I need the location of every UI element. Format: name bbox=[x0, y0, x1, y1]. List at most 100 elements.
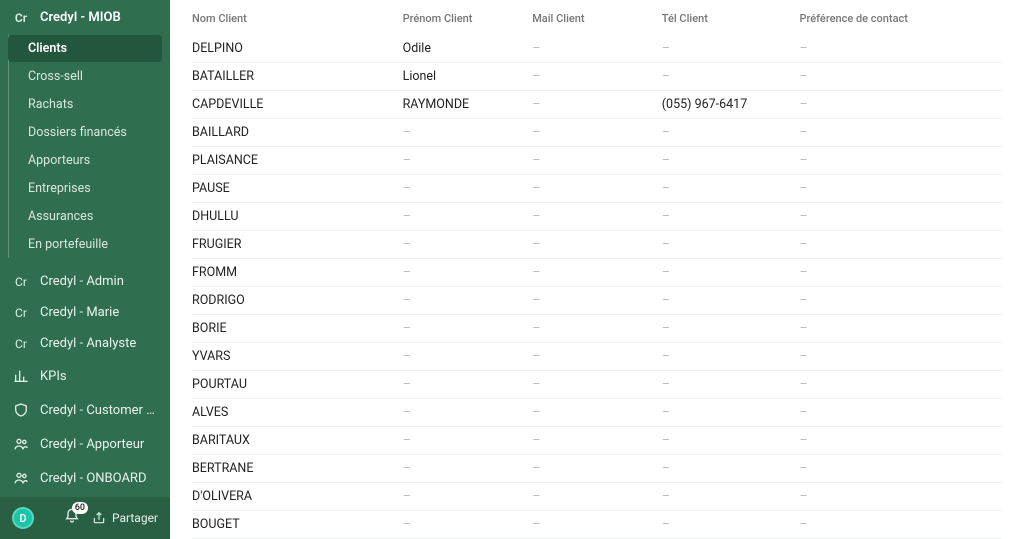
table-row[interactable]: ALVES–––– bbox=[192, 399, 1002, 427]
workspace-abbr: Cr bbox=[12, 11, 30, 25]
sidebar-link[interactable]: Cr Credyl - Analyste bbox=[0, 328, 170, 359]
cell-tel: – bbox=[662, 399, 800, 427]
sidebar-scroll: Cr Credyl - MIOB ClientsCross-sellRachat… bbox=[0, 0, 170, 497]
col-mail[interactable]: Mail Client bbox=[532, 0, 662, 35]
cell-prenom: Lionel bbox=[403, 63, 533, 91]
cell-pref: – bbox=[799, 483, 1002, 511]
cell-mail: – bbox=[532, 91, 662, 119]
cell-mail: – bbox=[532, 287, 662, 315]
cell-nom: BAILLARD bbox=[192, 119, 403, 147]
table-row[interactable]: BORIE–––– bbox=[192, 315, 1002, 343]
cell-tel: – bbox=[662, 175, 800, 203]
cell-tel: – bbox=[662, 371, 800, 399]
table-row[interactable]: BAILLARD–––– bbox=[192, 119, 1002, 147]
table-row[interactable]: BERTRANE–––– bbox=[192, 455, 1002, 483]
cell-nom: BERTRANE bbox=[192, 455, 403, 483]
col-tel[interactable]: Tél Client bbox=[662, 0, 800, 35]
cell-prenom: – bbox=[403, 259, 533, 287]
sidebar-subitem[interactable]: En portefeuille bbox=[8, 231, 162, 258]
cell-mail: – bbox=[532, 399, 662, 427]
share-icon bbox=[92, 511, 106, 525]
workspace-abbr-icon: Cr bbox=[12, 306, 30, 320]
table-row[interactable]: BOUGET–––– bbox=[192, 511, 1002, 539]
sidebar-subitem[interactable]: Dossiers financés bbox=[8, 119, 162, 146]
table-row[interactable]: RODRIGO–––– bbox=[192, 287, 1002, 315]
users-icon bbox=[12, 435, 30, 453]
notification-badge: 60 bbox=[72, 502, 88, 514]
table-row[interactable]: BATAILLERLionel––– bbox=[192, 63, 1002, 91]
avatar[interactable]: D bbox=[12, 507, 34, 529]
share-label: Partager bbox=[112, 511, 158, 525]
cell-tel: – bbox=[662, 203, 800, 231]
sidebar-subitem[interactable]: Entreprises bbox=[8, 175, 162, 202]
notifications-button[interactable]: 60 bbox=[64, 508, 80, 528]
table-row[interactable]: YVARS–––– bbox=[192, 343, 1002, 371]
cell-mail: – bbox=[532, 343, 662, 371]
cell-tel: – bbox=[662, 483, 800, 511]
sidebar-link[interactable]: Credyl - ONBOARD bbox=[0, 461, 170, 495]
cell-tel: – bbox=[662, 259, 800, 287]
table-row[interactable]: BARITAUX–––– bbox=[192, 427, 1002, 455]
workspace-header[interactable]: Cr Credyl - MIOB bbox=[0, 0, 170, 31]
sidebar-link[interactable]: Credyl - Customer S… bbox=[0, 393, 170, 427]
cell-prenom: – bbox=[403, 147, 533, 175]
cell-mail: – bbox=[532, 175, 662, 203]
sidebar-link[interactable]: Credyl - Apporteur bbox=[0, 427, 170, 461]
table-row[interactable]: FRUGIER–––– bbox=[192, 231, 1002, 259]
sidebar-link[interactable]: CrCredyl - Marie bbox=[0, 297, 170, 328]
share-button[interactable]: Partager bbox=[92, 511, 158, 525]
cell-nom: PLAISANCE bbox=[192, 147, 403, 175]
sidebar-link[interactable]: Cr Credyl - Admin bbox=[0, 266, 170, 297]
cell-pref: – bbox=[799, 371, 1002, 399]
cell-mail: – bbox=[532, 371, 662, 399]
table-row[interactable]: DHULLU–––– bbox=[192, 203, 1002, 231]
cell-nom: YVARS bbox=[192, 343, 403, 371]
app-root: Cr Credyl - MIOB ClientsCross-sellRachat… bbox=[0, 0, 1024, 539]
sidebar-subitem[interactable]: Apporteurs bbox=[8, 147, 162, 174]
workspace-abbr-icon: Cr bbox=[12, 337, 30, 351]
cell-nom: RODRIGO bbox=[192, 287, 403, 315]
table-scroll[interactable]: Nom Client Prénom Client Mail Client Tél… bbox=[170, 0, 1024, 539]
workspace-abbr-icon: Cr bbox=[12, 275, 30, 289]
sidebar-subitem[interactable]: Rachats bbox=[8, 91, 162, 118]
cell-nom: BOUGET bbox=[192, 511, 403, 539]
cell-mail: – bbox=[532, 119, 662, 147]
cell-nom: D'OLIVERA bbox=[192, 483, 403, 511]
cell-tel: – bbox=[662, 343, 800, 371]
cell-mail: – bbox=[532, 511, 662, 539]
sidebar-subitem[interactable]: Assurances bbox=[8, 203, 162, 230]
cell-prenom: – bbox=[403, 287, 533, 315]
cell-tel: – bbox=[662, 455, 800, 483]
cell-prenom: – bbox=[403, 343, 533, 371]
col-prenom[interactable]: Prénom Client bbox=[403, 0, 533, 35]
cell-pref: – bbox=[799, 399, 1002, 427]
cell-mail: – bbox=[532, 427, 662, 455]
sidebar-link[interactable]: KPIs bbox=[0, 359, 170, 393]
sidebar-link-label: Credyl - Customer S… bbox=[40, 403, 158, 418]
sidebar-link-label: Credyl - ONBOARD bbox=[40, 471, 146, 486]
table-row[interactable]: PAUSE–––– bbox=[192, 175, 1002, 203]
sidebar-link-label: Credyl - Admin bbox=[40, 274, 124, 289]
table-row[interactable]: CAPDEVILLERAYMONDE–(055) 967-6417– bbox=[192, 91, 1002, 119]
cell-mail: – bbox=[532, 63, 662, 91]
cell-pref: – bbox=[799, 63, 1002, 91]
col-pref[interactable]: Préférence de contact bbox=[799, 0, 1002, 35]
table-row[interactable]: POURTAU–––– bbox=[192, 371, 1002, 399]
cell-nom: BATAILLER bbox=[192, 63, 403, 91]
cell-mail: – bbox=[532, 147, 662, 175]
cell-nom: DHULLU bbox=[192, 203, 403, 231]
col-nom[interactable]: Nom Client bbox=[192, 0, 403, 35]
cell-mail: – bbox=[532, 315, 662, 343]
cell-pref: – bbox=[799, 91, 1002, 119]
sidebar-subitem[interactable]: Cross-sell bbox=[8, 63, 162, 90]
cell-nom: PAUSE bbox=[192, 175, 403, 203]
cell-nom: DELPINO bbox=[192, 35, 403, 63]
sidebar-subitem[interactable]: Clients bbox=[8, 35, 162, 62]
table-row[interactable]: PLAISANCE–––– bbox=[192, 147, 1002, 175]
table-row[interactable]: D'OLIVERA–––– bbox=[192, 483, 1002, 511]
table-row[interactable]: FROMM–––– bbox=[192, 259, 1002, 287]
sidebar-link-label: Credyl - Analyste bbox=[40, 336, 136, 351]
table-row[interactable]: DELPINOOdile––– bbox=[192, 35, 1002, 63]
cell-tel: – bbox=[662, 511, 800, 539]
sidebar-links: CrCredyl - AdminCrCredyl - MarieCrCredyl… bbox=[0, 266, 170, 495]
